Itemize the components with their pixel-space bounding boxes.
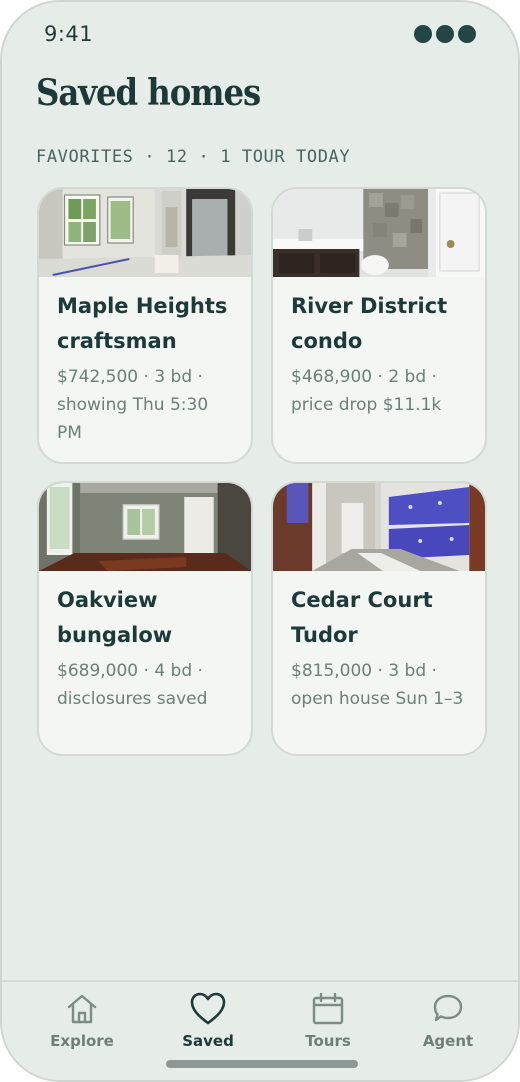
- tab-label: Tours: [305, 1032, 351, 1050]
- listing-title: Oakview bungalow: [57, 588, 173, 647]
- listing-card-cedar-court[interactable]: Cedar Court Tudor $815,000 · 3 bd · open…: [271, 481, 487, 756]
- status-indicators: [414, 25, 476, 43]
- tab-saved[interactable]: Saved: [158, 990, 258, 1050]
- listing-card-body: Maple Heights craftsman $742,500 · 3 bd …: [39, 277, 251, 461]
- home-icon: [67, 994, 97, 1024]
- status-dot: [458, 25, 476, 43]
- calendar-icon: [312, 992, 344, 1025]
- listing-photo: [273, 189, 485, 277]
- status-dot: [414, 25, 432, 43]
- listing-card-body: Cedar Court Tudor $815,000 · 3 bd · open…: [273, 571, 485, 727]
- listing-title: River District condo: [291, 294, 448, 353]
- tab-agent[interactable]: Agent: [398, 990, 498, 1050]
- listing-photo: [273, 483, 485, 571]
- listing-card-oakview[interactable]: Oakview bungalow $689,000 · 4 bd · discl…: [37, 481, 253, 756]
- listing-card-body: Oakview bungalow $689,000 · 4 bd · discl…: [39, 571, 251, 727]
- chat-bubble-icon: [433, 994, 463, 1022]
- listing-meta: $468,900 · 2 bd · price drop $11.1k: [291, 367, 442, 415]
- tab-label: Saved: [182, 1032, 234, 1050]
- listing-meta: $689,000 · 4 bd · disclosures saved: [57, 661, 208, 709]
- tab-label: Explore: [50, 1032, 114, 1050]
- listing-photo: [39, 483, 251, 571]
- listing-meta: $742,500 · 3 bd · showing Thu 5:30 PM: [57, 367, 209, 443]
- status-dot: [436, 25, 454, 43]
- listing-card-body: River District condo $468,900 · 2 bd · p…: [273, 277, 485, 433]
- tab-label: Agent: [422, 1032, 474, 1050]
- listing-card-maple-heights[interactable]: Maple Heights craftsman $742,500 · 3 bd …: [37, 187, 253, 464]
- favorites-summary: FAVORITES · 12 · 1 TOUR TODAY: [36, 147, 351, 167]
- listing-title: Cedar Court Tudor: [291, 588, 433, 647]
- tab-explore[interactable]: Explore: [32, 990, 132, 1050]
- status-time: 9:41: [44, 22, 94, 46]
- home-indicator[interactable]: [166, 1060, 358, 1068]
- listing-card-river-district[interactable]: River District condo $468,900 · 2 bd · p…: [271, 187, 487, 464]
- page-title: Saved homes: [36, 72, 261, 114]
- listing-photo: [39, 189, 251, 277]
- listing-title: Maple Heights craftsman: [57, 294, 228, 353]
- status-bar: 9:41: [2, 2, 518, 66]
- listing-meta: $815,000 · 3 bd · open house Sun 1–3: [291, 661, 464, 709]
- heart-icon: [190, 992, 226, 1025]
- phone-frame: 9:41 Saved homes FAVORITES · 12 · 1 TOUR…: [0, 0, 520, 1082]
- tab-tours[interactable]: Tours: [278, 990, 378, 1050]
